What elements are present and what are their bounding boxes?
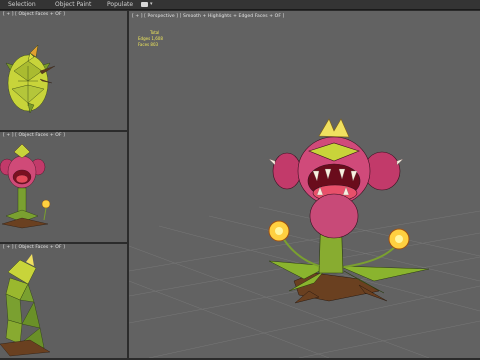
menu-bar: Selection Object Paint Populate ▾: [0, 0, 480, 10]
stats-overlay: Total Edges 1,608 Faces 803: [138, 30, 163, 48]
dropdown-icon[interactable]: ▾: [150, 1, 153, 8]
viewport-bottom-left[interactable]: [ + ] [ Object Faces + OF ]: [0, 244, 127, 358]
viewport-top-left[interactable]: [ + ] [ Object Faces + OF ]: [0, 11, 127, 130]
stats-faces: Faces 803: [138, 42, 159, 47]
viewport-middle-left[interactable]: [ + ] [ Object Faces + OF ]: [0, 132, 127, 242]
plant-model-side-view: [0, 254, 51, 357]
toggle-icon[interactable]: [141, 2, 148, 7]
plant-model-top-view: [5, 44, 56, 114]
menu-object-paint[interactable]: Object Paint: [55, 0, 91, 9]
perspective-scene: [129, 118, 480, 358]
menu-selection[interactable]: Selection: [8, 0, 36, 9]
menu-populate[interactable]: Populate: [107, 0, 133, 9]
viewport-perspective[interactable]: [ + ] [ Perspective ] [ Smooth + Highlig…: [129, 11, 480, 358]
plant-head: [272, 118, 401, 239]
plant-model-front-view: [0, 143, 51, 229]
